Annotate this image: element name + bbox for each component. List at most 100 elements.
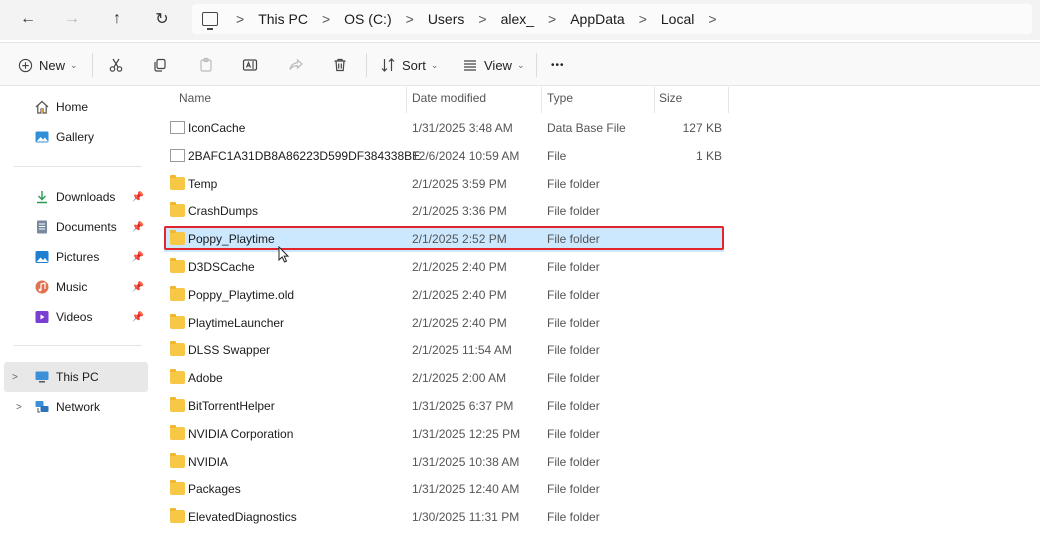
breadcrumb-local[interactable]: Local — [661, 11, 694, 27]
sidebar-item-home[interactable]: Home — [8, 93, 148, 121]
column-divider[interactable] — [654, 87, 655, 113]
column-header-type[interactable]: Type — [547, 87, 573, 109]
command-bar: New ⌄ Sort ⌄ View ⌄ ••• — [0, 42, 1040, 86]
table-row[interactable]: CrashDumps 2/1/2025 3:36 PM File folder — [164, 198, 724, 224]
file-date-modified: 2/1/2025 2:40 PM — [412, 260, 507, 274]
new-button[interactable]: New ⌄ — [18, 51, 78, 79]
table-row[interactable]: NVIDIA 1/31/2025 10:38 AM File folder — [164, 449, 724, 475]
pin-icon[interactable]: 📌 — [132, 252, 144, 263]
sidebar-item-this-pc[interactable]: > This PC — [4, 362, 148, 392]
sort-button[interactable]: Sort ⌄ — [380, 51, 438, 79]
paste-button[interactable] — [198, 51, 214, 79]
table-row[interactable]: BitTorrentHelper 1/31/2025 6:37 PM File fo… — [164, 393, 724, 419]
table-row[interactable]: Adobe 2/1/2025 2:00 AM File folder — [164, 365, 724, 391]
breadcrumb-separator-icon: > — [236, 11, 245, 27]
cut-button[interactable] — [108, 51, 124, 79]
file-type: File folder — [547, 399, 600, 413]
new-button-label: New — [39, 57, 66, 73]
file-size: 1 KB — [695, 148, 722, 163]
file-name: NVIDIA Corporation — [188, 426, 294, 441]
table-row[interactable]: Poppy_Playtime.old 2/1/2025 2:40 PM File f… — [164, 282, 724, 308]
file-type: File folder — [547, 343, 600, 358]
table-row[interactable]: D3DSCache 2/1/2025 2:40 PM File folder — [164, 254, 724, 280]
pin-icon[interactable]: 📌 — [132, 282, 144, 293]
sidebar-divider — [14, 166, 142, 167]
file-date-modified: 2/1/2025 3:36 PM — [412, 204, 507, 219]
forward-arrow-icon: → — [64, 10, 80, 27]
file-date-modified: 1/31/2025 6:37 PM — [412, 399, 514, 413]
breadcrumb[interactable]: > This PC > OS (C:) > Users > alex_ > Ap… — [192, 4, 1032, 34]
forward-button[interactable]: → — [58, 6, 86, 32]
sidebar-item-downloads[interactable]: Downloads 📌 — [8, 183, 148, 211]
documents-icon — [34, 219, 50, 235]
rename-button[interactable] — [242, 51, 258, 79]
column-divider[interactable] — [541, 87, 542, 113]
sidebar-item-documents[interactable]: Documents 📌 — [8, 213, 148, 241]
table-row[interactable]: 2BAFC1A31DB8A86223D599DF384338BE 12/6/202… — [164, 143, 724, 169]
view-button[interactable]: View ⌄ — [462, 51, 525, 79]
copy-button[interactable] — [152, 51, 168, 79]
file-type: File folder — [547, 371, 600, 386]
more-options-button[interactable]: ••• — [551, 51, 565, 79]
folder-icon — [170, 313, 185, 329]
pin-icon[interactable]: 📌 — [132, 222, 144, 233]
folder-icon — [170, 424, 185, 440]
file-name: NVIDIA — [188, 454, 229, 469]
address-bar-row: ← → ↑ ↻ > This PC > OS (C:) > Users > al… — [0, 0, 1040, 40]
view-list-icon — [464, 60, 476, 71]
chevron-right-icon[interactable]: > — [12, 372, 18, 383]
pin-icon[interactable]: 📌 — [132, 312, 144, 323]
sidebar-item-gallery[interactable]: Gallery — [8, 123, 148, 151]
column-header-date[interactable]: Date modified — [412, 87, 486, 109]
table-row[interactable]: Temp 2/1/2025 3:59 PM File folder — [164, 171, 724, 197]
sort-icon — [381, 58, 395, 72]
table-row[interactable]: Packages 1/31/2025 12:40 AM File folder — [164, 476, 724, 502]
delete-button[interactable] — [332, 51, 348, 79]
sidebar-item-videos[interactable]: Videos 📌 — [8, 303, 148, 331]
highlight-box — [164, 226, 724, 250]
back-button[interactable]: ← — [14, 6, 42, 32]
column-header-name[interactable]: Name — [179, 87, 211, 109]
file-name: PlaytimeLauncher — [188, 315, 285, 330]
table-row[interactable]: PlaytimeLauncher 2/1/2025 2:40 PM File fol… — [164, 310, 724, 336]
folder-icon — [170, 258, 185, 273]
folder-icon — [170, 341, 185, 357]
breadcrumb-appdata[interactable]: AppData — [570, 11, 624, 27]
gallery-icon — [34, 129, 50, 145]
breadcrumb-user[interactable]: alex_ — [501, 11, 534, 27]
breadcrumb-separator-icon: > — [548, 11, 557, 27]
sidebar-item-pictures[interactable]: Pictures 📌 — [8, 243, 148, 271]
refresh-button[interactable]: ↻ — [148, 6, 176, 32]
navigation-pane: Home Gallery Downloads 📌 Documents 📌 Pic… — [0, 87, 150, 535]
table-row[interactable]: IconCache 1/31/2025 3:48 AM Data Base File… — [164, 115, 724, 141]
column-header-size[interactable]: Size — [659, 87, 682, 109]
copy-icon — [154, 58, 166, 72]
share-button[interactable] — [288, 51, 304, 79]
chevron-right-icon[interactable]: > — [16, 402, 22, 413]
file-date-modified: 2/1/2025 11:54 AM — [412, 343, 512, 358]
breadcrumb-os-c[interactable]: OS (C:) — [344, 11, 391, 27]
table-row[interactable]: ElevatedDiagnostics 1/30/2025 11:31 PM Fil… — [164, 504, 724, 530]
file-date-modified: 1/31/2025 10:38 AM — [412, 454, 520, 469]
view-button-label: View — [484, 57, 512, 73]
table-row[interactable]: NVIDIA Corporation 1/31/2025 12:25 PM File… — [164, 421, 724, 447]
breadcrumb-this-pc[interactable]: This PC — [258, 11, 308, 27]
sidebar-item-label: Documents — [56, 220, 117, 234]
file-date-modified: 2/1/2025 2:40 PM — [412, 315, 507, 330]
column-divider[interactable] — [406, 87, 407, 113]
up-button[interactable]: ↑ — [103, 6, 131, 32]
folder-icon — [170, 452, 185, 468]
pin-icon[interactable]: 📌 — [132, 192, 144, 203]
file-name: ElevatedDiagnostics — [188, 510, 297, 525]
sidebar-item-label: Network — [56, 400, 101, 414]
sidebar-item-music[interactable]: Music 📌 — [8, 273, 148, 301]
file-type: File folder — [547, 287, 600, 302]
up-arrow-icon: ↑ — [113, 10, 121, 27]
toolbar-divider — [366, 53, 367, 77]
file-name: Adobe — [188, 371, 223, 386]
table-row[interactable]: DLSS Swapper 2/1/2025 11:54 AM File folder — [164, 337, 724, 363]
sidebar-item-network[interactable]: > Network — [8, 393, 148, 421]
breadcrumb-users[interactable]: Users — [428, 11, 465, 27]
file-type: File folder — [547, 454, 600, 469]
column-divider[interactable] — [728, 87, 729, 113]
